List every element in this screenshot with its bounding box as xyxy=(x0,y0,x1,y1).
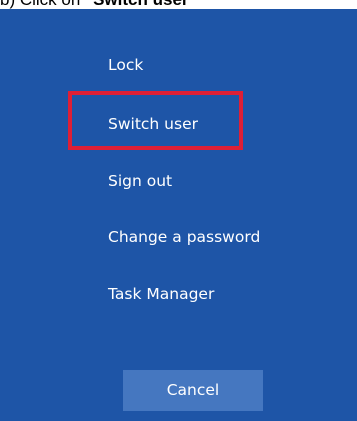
cancel-button[interactable]: Cancel xyxy=(123,370,263,411)
menu-item-change-password[interactable]: Change a password xyxy=(108,227,260,247)
screenshot: b) Click on "Switch user" Lock Switch us… xyxy=(0,0,357,421)
switch-user-highlight-box xyxy=(68,91,243,150)
menu-item-task-manager[interactable]: Task Manager xyxy=(108,284,214,304)
instruction-prefix: b) Click on xyxy=(0,0,85,9)
instruction-emphasis: "Switch user" xyxy=(85,0,197,9)
menu-item-sign-out[interactable]: Sign out xyxy=(108,171,172,191)
instruction-caption: b) Click on "Switch user" xyxy=(0,0,357,9)
menu-item-lock[interactable]: Lock xyxy=(108,55,143,75)
security-options-screen: Lock Switch user Sign out Change a passw… xyxy=(0,9,357,421)
